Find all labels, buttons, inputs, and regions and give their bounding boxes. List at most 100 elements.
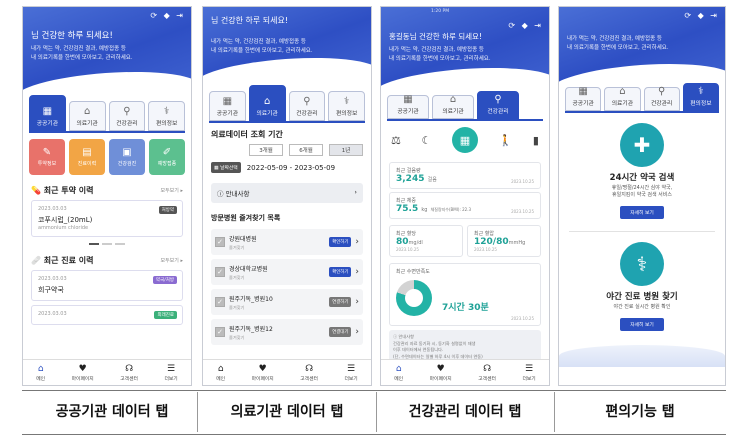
run-icon: ⚲ [657, 86, 666, 97]
tab-convenience[interactable]: ⚕ 편의정보 [682, 83, 719, 111]
header-sub2: 내 의료기록을 한번에 모아보고, 관리하세요. [567, 45, 669, 51]
nav-more[interactable]: ☰ 더보기 [164, 364, 177, 382]
chevron-right-icon: › [354, 188, 357, 196]
walk-icon[interactable]: 🚶 [499, 134, 513, 147]
info-icon: ⚕ [343, 96, 350, 107]
hospital-row[interactable]: ✓ 경상대학교병원 즐겨찾기 확인하기 › [211, 259, 363, 285]
nav-mypage[interactable]: ♥ 마이페이지 [252, 364, 274, 382]
header-sub2: 내 의료기록을 한번에 모아보고, 관리하세요. [389, 56, 491, 62]
carousel-dots[interactable] [23, 243, 191, 245]
building-icon: ▦ [42, 106, 53, 117]
header-sub2: 내 의료기록을 한번에 모아보고, 관리하세요. [211, 48, 313, 54]
tab-public[interactable]: ▦ 공공기관 [209, 91, 246, 121]
header-icons[interactable]: ⟳ ◆ ⇥ [508, 21, 543, 30]
run-icon: ⚲ [123, 106, 131, 117]
visit-item-2[interactable]: 2023.03.03 외래진료 [31, 305, 183, 325]
period-title: 의료데이터 조회 기간 [211, 130, 283, 139]
check-icon[interactable]: ✓ [215, 297, 225, 307]
night-hospital-feature: ⚕ 야간 진료 병원 찾기 야간 진료 실시간 병원 확인 자세히 보기 [559, 232, 725, 335]
tab-public[interactable]: ▦ 공공기관 [29, 95, 66, 131]
card-medication[interactable]: ✎ 투약정보 [29, 139, 65, 175]
check-icon[interactable]: ✓ [215, 237, 225, 247]
chevron-right-icon: › [355, 297, 359, 307]
hospital-icon: ⌂ [83, 106, 91, 117]
period-3m[interactable]: 3개월 [249, 144, 283, 156]
header-icons[interactable]: ⟳ ◆ ⇥ [684, 11, 719, 20]
blood-pressure-card[interactable]: 최근 혈압 120/80mmHg 2023.10.25 [467, 225, 541, 257]
tab-convenience[interactable]: ⚕ 편의정보 [328, 91, 365, 121]
stethoscope-icon: ⚕ [620, 242, 664, 286]
nav-support[interactable]: ☊ 고객센터 [300, 364, 318, 382]
tab-medical[interactable]: ⌂ 의료기관 [68, 101, 106, 131]
night-hospital-detail-button[interactable]: 자세히 보기 [620, 318, 664, 331]
header-banner: ⟳ ◆ ⇥ 내가 먹는 약, 건강검진 결과, 예방접종 등 내 의료기록을 한… [559, 7, 725, 83]
nav-support[interactable]: ☊ 고객센터 [478, 364, 496, 382]
nav-home[interactable]: ⌂ 메인 [216, 364, 225, 382]
check-icon[interactable]: ✓ [215, 327, 225, 337]
date-select-button[interactable]: ▦ 날짜선택 [211, 162, 241, 173]
view-all-link-2[interactable]: 모두보기 ▸ [160, 257, 183, 264]
check-icon[interactable]: ✓ [215, 267, 225, 277]
tab-health[interactable]: ⚲ 건강관리 [477, 91, 519, 119]
clipboard-icon: ▤ [82, 147, 92, 158]
nav-more[interactable]: ☰ 더보기 [344, 364, 357, 382]
steps-card[interactable]: 최근 걸음량 3,245 걸음 2023.10.25 [389, 162, 541, 189]
tab-public[interactable]: ▦ 공공기관 [387, 94, 429, 119]
dashboard-icon[interactable]: ▦ [451, 127, 478, 153]
status-time: 1:20 PM [431, 9, 450, 14]
screen-medical-institution: 님 건강한 하루 되세요! 내가 먹는 약, 건강검진 결과, 예방접종 등 내… [202, 6, 372, 386]
header-sub2: 내 의료기록을 한번에 모아보고, 관리하세요. [31, 55, 133, 61]
screen-health-management: 1:20 PM ⟳ ◆ ⇥ 홍길동님 건강한 하루 되세요! 내가 먹는 약, … [380, 6, 550, 386]
view-all-link[interactable]: 모두보기 ▸ [160, 187, 183, 194]
syringe-icon: ✐ [162, 147, 172, 158]
caption-convenience: 편의기능 탭 [605, 404, 675, 420]
recent-visit-title: 🩹 최근 진료 이력 [31, 256, 94, 265]
tab-public[interactable]: ▦ 공공기관 [565, 86, 602, 111]
medication-item[interactable]: 2023.03.03 처방약 코푸시럽_(20mL) ammonium chlo… [31, 200, 183, 237]
notice-row[interactable]: ⓘ 안내사항 › [211, 183, 363, 203]
favorites-title: 방문병원 즐겨찾기 목록 [211, 214, 281, 222]
moon-icon[interactable]: ☾ [421, 134, 431, 147]
hospital-row[interactable]: ✓ 원주기독_병원12 즐겨찾기 연결대기 › [211, 319, 363, 345]
chevron-right-icon: › [355, 267, 359, 277]
weight-card[interactable]: 최근 체중 75.5 kg 체질량지수(BMI): 22.3 2023.10.25 [389, 192, 541, 219]
tab-health[interactable]: ⚲ 건강관리 [288, 91, 326, 121]
nav-home[interactable]: ⌂ 메인 [36, 364, 45, 382]
visit-item[interactable]: 2023.03.03 약국/처방 희구약국 [31, 270, 183, 301]
nav-home[interactable]: ⌂ 메인 [394, 364, 403, 382]
run-icon: ⚲ [494, 94, 502, 105]
bottom-nav: ⌂ 메인 ♥ 마이페이지 ☊ 고객센터 ☰ 더보기 [203, 359, 371, 385]
tab-medical[interactable]: ⌂ 의료기관 [432, 94, 474, 119]
scale-icon[interactable]: ⚖ [391, 134, 401, 147]
header-banner: 1:20 PM ⟳ ◆ ⇥ 홍길동님 건강한 하루 되세요! 내가 먹는 약, … [381, 7, 549, 87]
home-icon: ⌂ [37, 363, 44, 374]
header-banner: 님 건강한 하루 되세요! 내가 먹는 약, 건강검진 결과, 예방접종 등 내… [203, 7, 371, 77]
sleep-donut [396, 280, 432, 316]
period-6m[interactable]: 6개월 [289, 144, 323, 156]
header-icons[interactable]: ⟳ ◆ ⇥ [150, 11, 185, 20]
card-checkup[interactable]: ▣ 건강검진 [109, 139, 145, 175]
nav-support[interactable]: ☊ 고객센터 [120, 364, 138, 382]
tab-health[interactable]: ⚲ 건강관리 [643, 86, 680, 111]
card-vaccine[interactable]: ✐ 예방접종 [149, 139, 185, 175]
tab-medical[interactable]: ⌂ 의료기관 [248, 85, 286, 121]
tab-medical[interactable]: ⌂ 의료기관 [604, 86, 641, 111]
tab-convenience[interactable]: ⚕ 편의정보 [148, 101, 185, 131]
building-icon: ▦ [222, 96, 233, 107]
sleep-card[interactable]: 최근 수면만족도 7시간 30분 2023.10.25 [389, 263, 541, 326]
hospital-row[interactable]: ✓ 원주기독_병원10 즐겨찾기 연결하기 › [211, 289, 363, 315]
card-visits[interactable]: ▤ 진료이력 [69, 139, 105, 175]
medicine-bottle-icon: ✚ [620, 123, 664, 167]
device-icon[interactable]: ▮ [533, 134, 539, 147]
hospital-icon: ⌂ [619, 86, 626, 97]
building-icon: ▦ [403, 94, 413, 105]
nav-more[interactable]: ☰ 더보기 [522, 364, 535, 382]
hospital-row[interactable]: ✓ 강원대병원 즐겨찾기 확인하기 › [211, 229, 363, 255]
blood-sugar-card[interactable]: 최근 혈당 80mg/dl 2023.10.25 [389, 225, 463, 257]
nav-mypage[interactable]: ♥ 마이페이지 [72, 364, 94, 382]
pharmacy-detail-button[interactable]: 자세히 보기 [620, 206, 664, 219]
nav-mypage[interactable]: ♥ 마이페이지 [430, 364, 452, 382]
period-1y[interactable]: 1년 [329, 144, 363, 156]
tab-health[interactable]: ⚲ 건강관리 [108, 101, 146, 131]
bottom-nav: ⌂ 메인 ♥ 마이페이지 ☊ 고객센터 ☰ 더보기 [381, 359, 549, 385]
